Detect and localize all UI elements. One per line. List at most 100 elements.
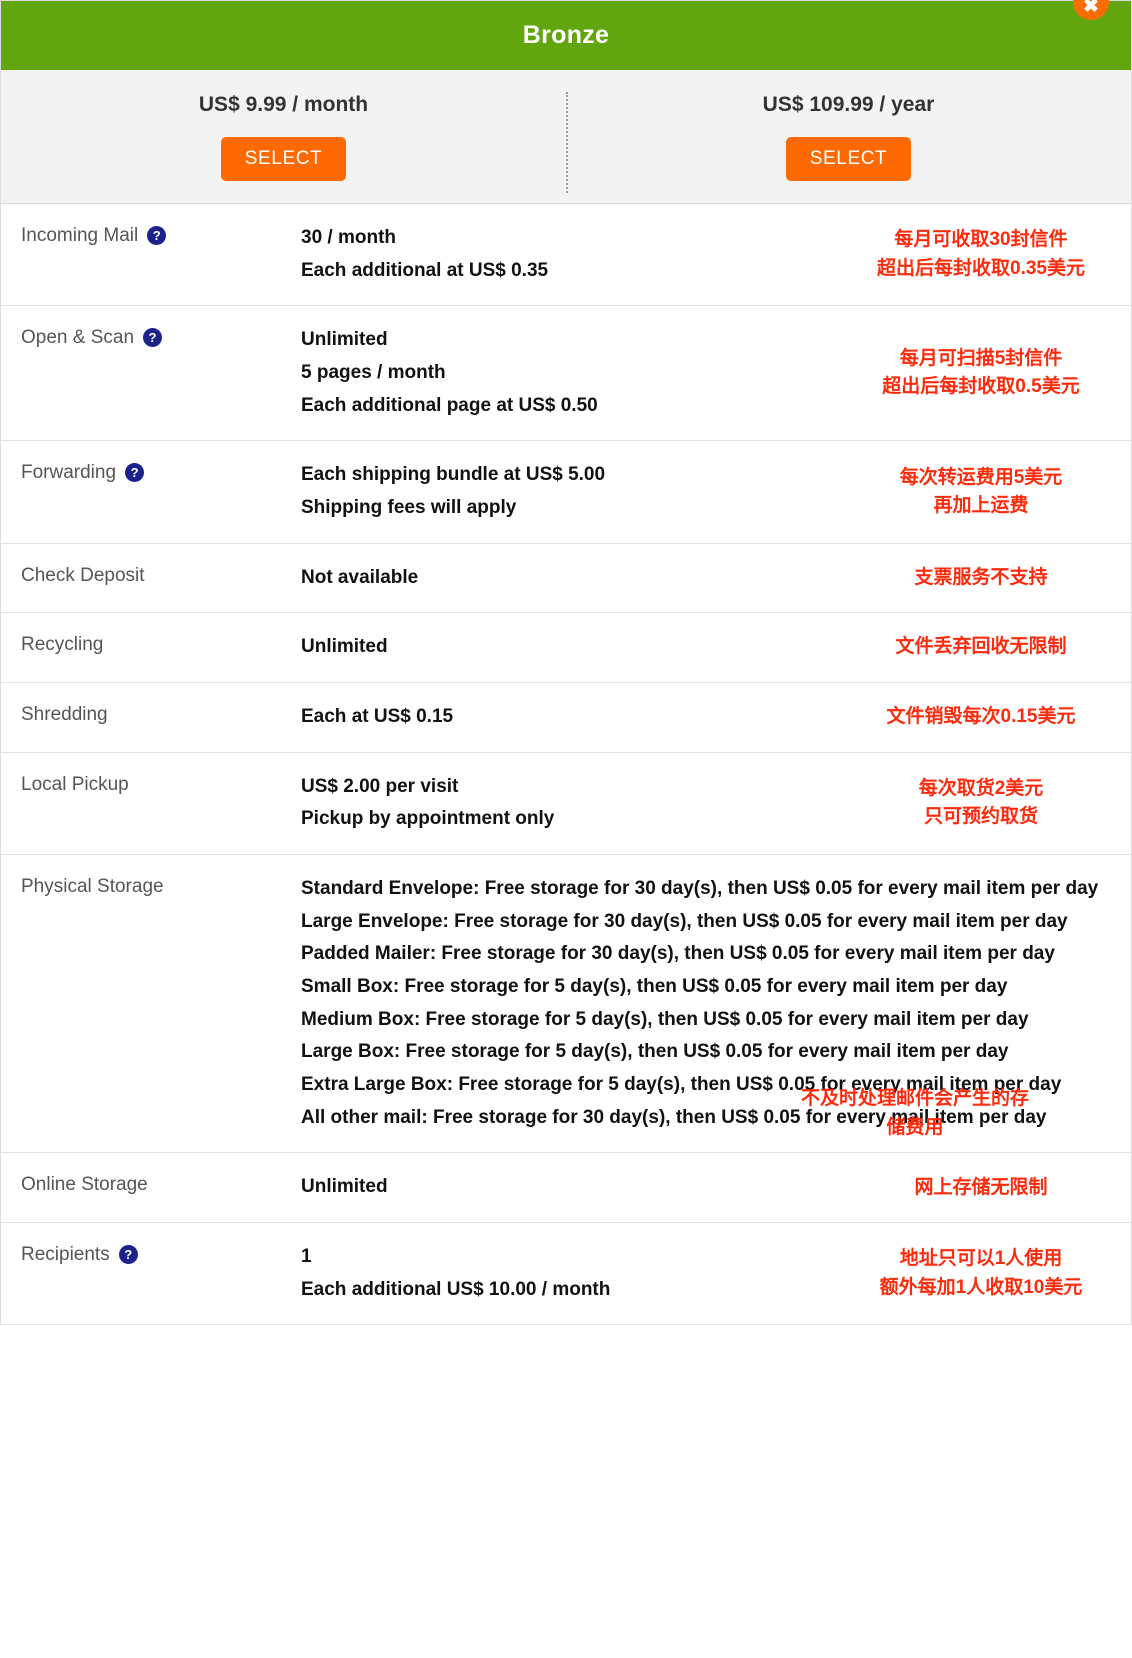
- feature-name-cell: Physical Storage: [1, 873, 301, 1134]
- feature-value-line: Unlimited: [301, 636, 388, 658]
- feature-note-cell: 不及时处理邮件会产生的存 储费用: [765, 1085, 1065, 1142]
- feature-note-cell: 网上存储无限制: [831, 1174, 1131, 1203]
- feature-name-cell: Local Pickup: [1, 771, 301, 836]
- question-mark-icon[interactable]: ?: [118, 1245, 138, 1265]
- feature-note-cell: 每月可收取30封信件 超出后每封收取0.35美元: [831, 226, 1131, 283]
- feature-note-cell: 每次取货2美元 只可预约取货: [831, 775, 1131, 832]
- feature-row: Shredding Each at US$ 0.15 文件销毁每次0.15美元: [1, 683, 1131, 753]
- feature-value-line: Standard Envelope: Free storage for 30 d…: [301, 878, 1099, 900]
- feature-note-line: 每月可收取30封信件: [894, 229, 1068, 251]
- feature-note-cell: 每月可扫描5封信件 超出后每封收取0.5美元: [831, 345, 1131, 402]
- feature-value-cell: US$ 2.00 per visit Pickup by appointment …: [301, 771, 831, 836]
- price-label: US$ 109.99 / year: [762, 93, 935, 116]
- feature-note-line: 超出后每封收取0.5美元: [882, 376, 1080, 398]
- feature-value-line: Unlimited: [301, 329, 388, 351]
- feature-note-line: 再加上运费: [933, 495, 1029, 517]
- feature-name-label: Recycling: [21, 634, 104, 656]
- feature-value-line: Each shipping bundle at US$ 5.00: [301, 464, 606, 486]
- select-button[interactable]: SELECT: [220, 137, 347, 181]
- feature-name-label: Incoming Mail: [21, 225, 139, 246]
- feature-note-line: 网上存储无限制: [914, 1176, 1048, 1198]
- feature-note-cell: 每次转运费用5美元 再加上运费: [831, 464, 1131, 521]
- feature-table: Incoming Mail? 30 / month Each additional …: [0, 204, 1132, 1326]
- feature-name-cell: Forwarding?: [1, 459, 301, 524]
- feature-value-line: Large Envelope: Free storage for 30 day(…: [301, 910, 1068, 932]
- feature-note-cell: 文件销毁每次0.15美元: [831, 703, 1131, 732]
- feature-value-cell: Each at US$ 0.15: [301, 701, 831, 734]
- feature-note-line: 地址只可以1人使用: [899, 1248, 1063, 1270]
- feature-value-cell: Not available: [301, 562, 831, 595]
- close-glyph: ✖: [1083, 0, 1099, 17]
- feature-note-line: 每次取货2美元: [918, 777, 1044, 799]
- feature-name-cell: Shredding: [1, 701, 301, 734]
- feature-note-cell: 地址只可以1人使用 额外每加1人收取10美元: [831, 1245, 1131, 1302]
- feature-row: Open & Scan? Unlimited 5 pages / month Each…: [1, 306, 1131, 442]
- feature-row: Physical Storage Standard Envelope: Free …: [1, 855, 1131, 1154]
- pricing-option-1: US$ 9.99 / month SELECT: [1, 70, 566, 203]
- feature-value-cell: Each shipping bundle at US$ 5.00 Shipping…: [301, 459, 831, 524]
- feature-value-line: US$ 2.00 per visit: [301, 775, 459, 797]
- feature-value-line: Medium Box: Free storage for 5 day(s), t…: [301, 1008, 1029, 1030]
- feature-name-label: Local Pickup: [21, 773, 129, 795]
- feature-value-line: Large Box: Free storage for 5 day(s), th…: [301, 1041, 1009, 1063]
- feature-name-cell: Recipients?: [1, 1241, 301, 1306]
- feature-name-cell: Check Deposit: [1, 562, 301, 595]
- feature-note-line: 只可预约取货: [923, 806, 1038, 828]
- feature-note-line: 不及时处理邮件会产生的存: [800, 1088, 1029, 1110]
- feature-name-label: Shredding: [21, 704, 108, 726]
- price-label: US$ 9.99 / month: [198, 93, 369, 116]
- feature-value-line: Not available: [301, 566, 419, 588]
- feature-name-cell: Online Storage: [1, 1171, 301, 1204]
- feature-name-label: Check Deposit: [21, 564, 145, 586]
- feature-note-line: 文件销毁每次0.15美元: [886, 706, 1076, 728]
- question-mark-icon[interactable]: ?: [143, 328, 163, 348]
- feature-value-cell: 1 Each additional US$ 10.00 / month: [301, 1241, 831, 1306]
- feature-value-cell: Unlimited: [301, 1171, 831, 1204]
- feature-note-line: 超出后每封收取0.35美元: [877, 257, 1085, 279]
- feature-note-line: 文件丢弃回收无限制: [895, 636, 1067, 658]
- question-mark-icon[interactable]: ?: [125, 463, 145, 483]
- feature-note-line: 每月可扫描5封信件: [899, 347, 1063, 369]
- feature-value-line: Each additional page at US$ 0.50: [301, 394, 598, 416]
- feature-name-label: Forwarding: [21, 462, 117, 484]
- pricing-option-2: US$ 109.99 / year SELECT: [566, 70, 1131, 203]
- feature-note-line: 支票服务不支持: [914, 566, 1048, 588]
- question-mark-icon[interactable]: ?: [147, 226, 167, 245]
- page-title: Bronze: [522, 21, 610, 49]
- feature-name-label: Physical Storage: [21, 876, 164, 898]
- feature-name-cell: Open & Scan?: [1, 324, 301, 422]
- feature-row: Recycling Unlimited 文件丢弃回收无限制: [1, 613, 1131, 684]
- feature-name-label: Online Storage: [21, 1174, 148, 1196]
- feature-value-line: Small Box: Free storage for 5 day(s), th…: [301, 976, 1008, 998]
- feature-row: Forwarding? Each shipping bundle at US$ 5…: [1, 441, 1131, 544]
- feature-row: Incoming Mail? 30 / month Each additional …: [1, 204, 1131, 307]
- feature-row: Check Deposit Not available 支票服务不支持: [1, 544, 1131, 614]
- feature-value-line: Padded Mailer: Free storage for 30 day(s…: [301, 943, 1055, 965]
- plan-header: Bronze ✖: [0, 0, 1132, 70]
- pricing-bar: US$ 9.99 / month SELECT US$ 109.99 / year S…: [0, 70, 1132, 204]
- feature-name-label: Open & Scan: [21, 327, 135, 349]
- feature-value-line: 1: [301, 1246, 312, 1268]
- feature-value-line: Pickup by appointment only: [301, 808, 555, 830]
- feature-value-line: Each additional US$ 10.00 / month: [301, 1278, 611, 1300]
- close-icon[interactable]: ✖: [1073, 0, 1109, 20]
- feature-value-line: Shipping fees will apply: [301, 497, 517, 519]
- feature-value-line: Each at US$ 0.15: [301, 706, 454, 728]
- feature-value-cell: Unlimited: [301, 631, 831, 664]
- feature-note-line: 每次转运费用5美元: [899, 466, 1063, 488]
- feature-note-cell: 文件丢弃回收无限制: [831, 633, 1131, 662]
- feature-name-cell: Incoming Mail?: [1, 222, 301, 287]
- select-button[interactable]: SELECT: [785, 137, 912, 181]
- feature-value-cell: Unlimited 5 pages / month Each additional …: [301, 324, 831, 422]
- feature-row: Recipients? 1 Each additional US$ 10.00 / …: [1, 1223, 1131, 1326]
- feature-row: Local Pickup US$ 2.00 per visit Pickup by …: [1, 753, 1131, 856]
- feature-note-line: 储费用: [886, 1116, 944, 1138]
- feature-note-line: 额外每加1人收取10美元: [879, 1276, 1083, 1298]
- feature-value-cell: 30 / month Each additional at US$ 0.35: [301, 222, 831, 287]
- feature-note-cell: 支票服务不支持: [831, 564, 1131, 593]
- feature-value-line: Each additional at US$ 0.35: [301, 259, 549, 281]
- feature-name-label: Recipients: [21, 1244, 110, 1266]
- feature-name-cell: Recycling: [1, 631, 301, 664]
- feature-value-line: 5 pages / month: [301, 362, 446, 384]
- feature-value-line: Unlimited: [301, 1176, 388, 1198]
